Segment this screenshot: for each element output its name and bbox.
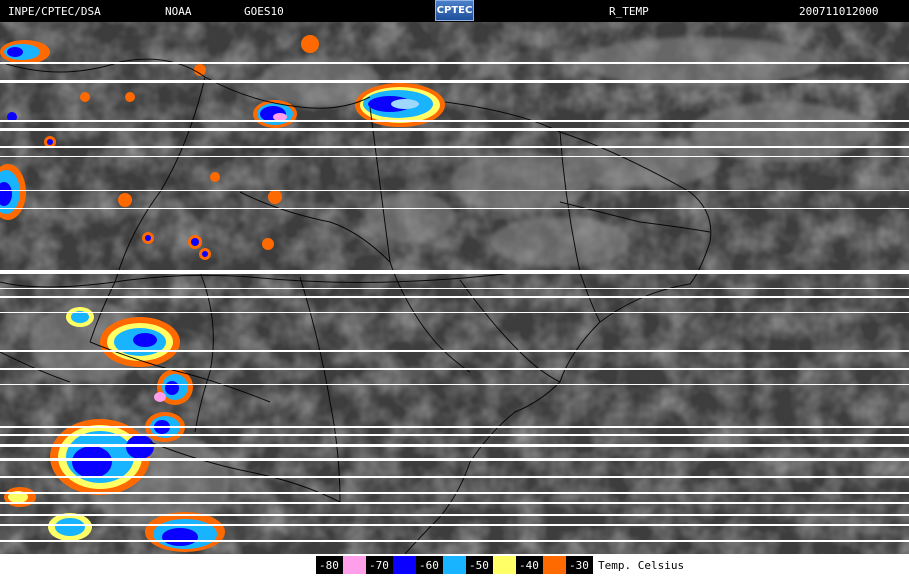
legend-value-0: -80 [316,556,343,574]
satellite-image [0,22,909,554]
product-label: R_TEMP [609,5,649,18]
legend-value-1: -70 [366,556,393,574]
legend-swatch-1 [393,556,416,574]
legend-value-2: -60 [416,556,443,574]
cell-north-west [253,100,297,128]
legend-value-5: -30 [566,556,593,574]
legend-value-4: -40 [516,556,543,574]
agency-label: NOAA [165,5,192,18]
logo-text: CPTEC [436,5,473,16]
legend-swatch-0 [343,556,366,574]
legend-value-3: -50 [466,556,493,574]
satellite-label: GOES10 [244,5,284,18]
source-label: INPE/CPTEC/DSA [8,5,101,18]
legend-swatch-3 [493,556,516,574]
legend-swatch-2 [443,556,466,574]
temperature-legend: -80 -70 -60 -50 -40 -30 Temp. Celsius [0,554,909,576]
legend-swatch-4 [543,556,566,574]
satellite-image-canvas [0,22,909,554]
image-header-bar: INPE/CPTEC/DSA NOAA GOES10 CPTEC R_TEMP … [0,0,909,22]
timestamp-label: 200711012000 [799,5,879,18]
legend-unit-label: Temp. Celsius [598,559,685,572]
cptec-logo: CPTEC [435,0,474,21]
